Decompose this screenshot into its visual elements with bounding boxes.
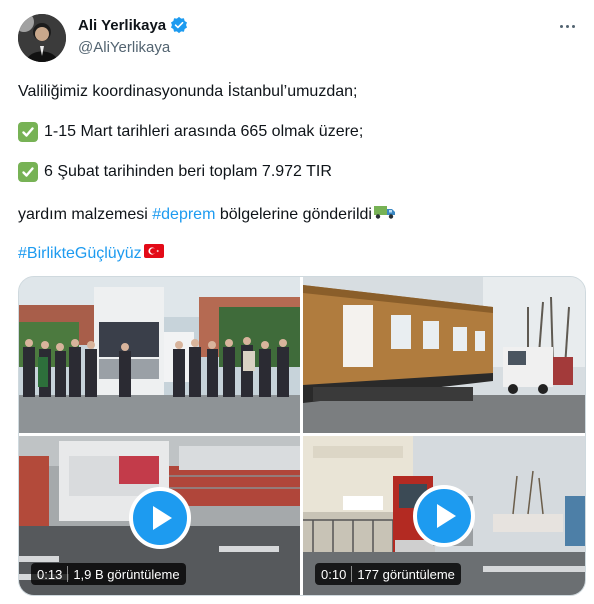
media-photo-group[interactable] — [19, 277, 300, 433]
media-photo-container-truck[interactable] — [303, 277, 585, 433]
tweet-line-4-after: bölgelerine gönderildi — [215, 206, 372, 223]
video-duration: 0:13 — [37, 566, 63, 582]
media-video-2[interactable]: 0:10 177 görüntüleme — [303, 436, 585, 595]
tweet-line-3: 6 Şubat tarihinden beri toplam 7.972 TIR — [18, 162, 332, 182]
tweet-line-4: yardım malzemesi #deprem bölgelerine gön… — [18, 204, 396, 226]
more-options-icon[interactable] — [554, 16, 580, 36]
tweet-line-2: 1-15 Mart tarihleri arasında 665 olmak ü… — [18, 122, 363, 142]
media-grid: 0:13 1,9 B görüntüleme 0:10 177 görüntül… — [18, 276, 586, 596]
video-duration: 0:10 — [321, 566, 347, 582]
tweet-line-3-text: 6 Şubat tarihinden beri toplam 7.972 TIR — [44, 163, 332, 180]
video-meta-2: 0:10 177 görüntüleme — [315, 563, 461, 585]
author-display-name[interactable]: Ali Yerlikaya — [78, 17, 166, 34]
hashtag-birliktegucluyuz-link[interactable]: #BirlikteGüçlüyüz — [18, 244, 142, 264]
play-icon[interactable] — [129, 487, 191, 549]
tweet-card: Ali Yerlikaya @AliYerlikaya Valiliğimiz … — [0, 0, 594, 604]
video-views: 1,9 B görüntüleme — [73, 566, 180, 582]
turkey-flag-icon — [143, 244, 164, 264]
check-mark-icon — [18, 122, 38, 142]
avatar[interactable] — [18, 14, 66, 62]
video-views: 177 görüntüleme — [357, 566, 455, 582]
verified-badge-icon — [170, 16, 188, 34]
author-name-row: Ali Yerlikaya — [78, 16, 188, 34]
play-icon[interactable] — [413, 485, 475, 547]
tweet-line-4-before: yardım malzemesi — [18, 206, 153, 223]
tweet-line-2-text: 1-15 Mart tarihleri arasında 665 olmak ü… — [44, 123, 364, 140]
author-handle[interactable]: @AliYerlikaya — [78, 39, 170, 56]
tweet-line-1: Valiliğimiz koordinasyonunda İstanbul’um… — [18, 83, 358, 100]
hashtag-deprem-link[interactable]: #deprem — [152, 205, 215, 225]
check-mark-icon — [18, 162, 38, 182]
tweet-line-5: #BirlikteGüçlüyüz — [18, 244, 164, 264]
truck-icon — [373, 204, 396, 226]
media-video-1[interactable]: 0:13 1,9 B görüntüleme — [19, 436, 300, 595]
video-meta-1: 0:13 1,9 B görüntüleme — [31, 563, 186, 585]
